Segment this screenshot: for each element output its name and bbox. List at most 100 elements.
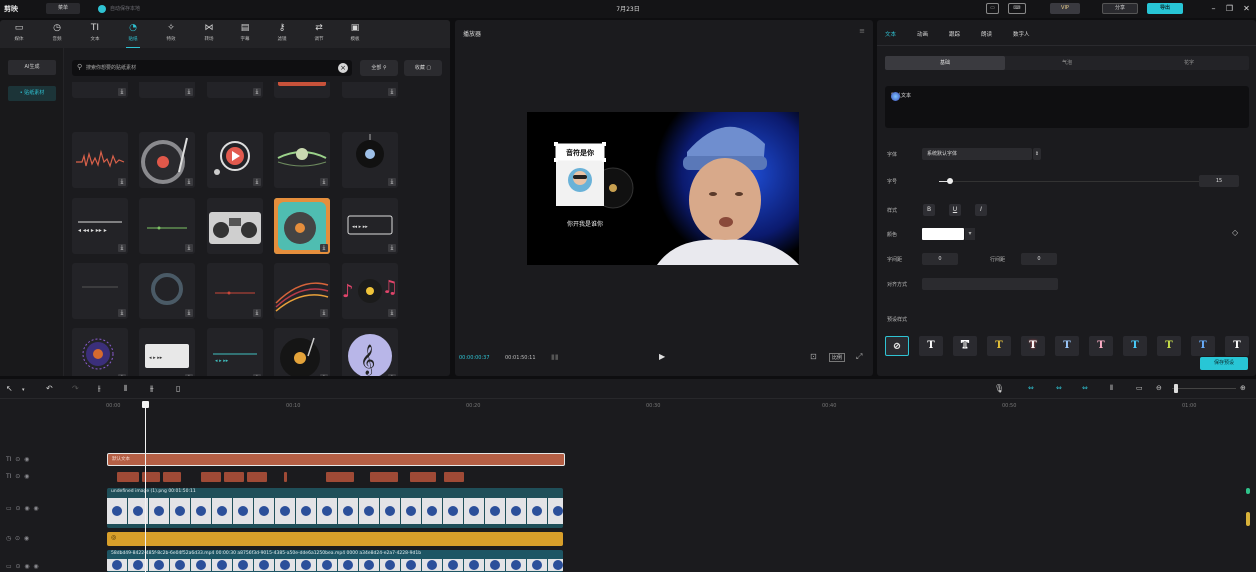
segment-bubble[interactable]: 气泡 xyxy=(1007,56,1127,70)
preset-white[interactable]: T xyxy=(919,336,943,356)
download-icon[interactable]: ⤓ xyxy=(388,374,396,376)
delete-icon[interactable]: ▯ xyxy=(176,384,180,393)
split-right-icon[interactable]: ⫵ xyxy=(150,384,154,394)
ratio-button[interactable]: 比例 xyxy=(829,353,846,362)
layout-icon[interactable]: ▭ xyxy=(986,3,999,14)
font-select[interactable]: 系统默认字体 xyxy=(922,148,1032,160)
sticker-tile[interactable]: ⤓ xyxy=(72,132,128,188)
zoom-slider[interactable] xyxy=(1172,388,1236,389)
sticker-tile[interactable]: ⤓ xyxy=(72,82,128,98)
download-icon[interactable]: ⤓ xyxy=(185,374,193,376)
sticker-tile[interactable]: ⤓ xyxy=(274,132,330,188)
sticker-tile[interactable]: ⤓ xyxy=(274,263,330,319)
auto-snap-icon[interactable]: ⇔ xyxy=(1056,384,1062,392)
char-spacing-input[interactable]: 0 xyxy=(922,253,958,265)
sticker-tile[interactable]: 𝄞 ⤓ xyxy=(342,328,398,376)
sticker-tile[interactable]: ⤓ xyxy=(207,132,263,188)
sticker-tile[interactable]: ⤓ xyxy=(207,263,263,319)
download-icon[interactable]: ⤓ xyxy=(320,374,328,376)
sticker-mini-clip[interactable] xyxy=(410,472,436,482)
preview-canvas[interactable]: 音符是你 你开我是谁你 xyxy=(527,112,799,265)
sticker-mini-clip[interactable] xyxy=(284,472,287,482)
chevron-down-icon[interactable]: ▾ xyxy=(965,228,975,240)
play-button[interactable]: ▶ xyxy=(659,352,665,361)
microphone-icon[interactable]: 🎙 xyxy=(994,384,1004,393)
tab-read-aloud[interactable]: 朗读 xyxy=(981,30,992,38)
segment-fancy[interactable]: 花字 xyxy=(1129,56,1249,70)
tool-template[interactable]: ▣ 模板 xyxy=(338,23,372,47)
download-icon[interactable]: ⤓ xyxy=(253,309,261,317)
sticker-tile[interactable]: ⤓ xyxy=(274,198,330,254)
caption-icon[interactable]: ▭ xyxy=(1136,384,1143,392)
sticker-tile[interactable]: ◂ ◂◂ ▸ ▸▸ ▸ ⤓ xyxy=(72,198,128,254)
italic-button[interactable]: I xyxy=(975,204,987,216)
export-button[interactable]: 导出 xyxy=(1147,3,1183,14)
sticker-mini-clip[interactable] xyxy=(117,472,139,482)
line-spacing-input[interactable]: 0 xyxy=(1021,253,1057,265)
sticker-tile[interactable]: ⤓ xyxy=(72,263,128,319)
sticker-mini-clip[interactable] xyxy=(370,472,398,482)
sticker-tile[interactable]: ⤓ xyxy=(139,263,195,319)
close-icon[interactable]: ✕ xyxy=(1241,3,1252,14)
sticker-tile[interactable]: ⤓ xyxy=(207,82,263,98)
fit-view-icon[interactable]: ⊡ xyxy=(810,352,817,361)
tab-digital-human[interactable]: 数字人 xyxy=(1013,30,1030,38)
download-icon[interactable]: ⤓ xyxy=(118,309,126,317)
preset-outline[interactable]: T xyxy=(953,336,977,356)
download-icon[interactable]: ⤓ xyxy=(118,88,126,96)
sticker-tile[interactable] xyxy=(274,82,330,98)
zoom-slider-knob[interactable] xyxy=(1174,384,1178,393)
subnav-ai-generate[interactable]: AI生成 xyxy=(8,60,56,75)
linkage-icon[interactable]: ⇔ xyxy=(1082,384,1088,392)
align-options[interactable] xyxy=(922,278,1058,290)
split-left-icon[interactable]: ⫴ xyxy=(124,384,127,394)
sticker-tile[interactable]: ♪ ♫ ⤓ xyxy=(342,263,398,319)
download-icon[interactable]: ⤓ xyxy=(118,178,126,186)
download-icon[interactable]: ⤓ xyxy=(185,88,193,96)
playhead[interactable] xyxy=(142,401,149,572)
sticker-tile[interactable]: ⤓ xyxy=(342,132,398,188)
split-icon[interactable]: ⫲ xyxy=(98,384,101,394)
tool-transition[interactable]: ⋈ 转场 xyxy=(192,23,226,47)
sticker-tile[interactable]: ⤓ xyxy=(274,328,330,376)
slider-knob[interactable] xyxy=(947,178,953,184)
sticker-tile[interactable]: ◂ ▸ ▸▸ ⤓ xyxy=(139,328,195,376)
preset-blue[interactable]: T xyxy=(1055,336,1079,356)
fullscreen-icon[interactable]: ⤢ xyxy=(856,352,862,362)
text-content-field[interactable]: 默认文本 xyxy=(885,86,1249,128)
subnav-sticker-material[interactable]: • 贴纸素材 xyxy=(8,86,56,101)
font-stepper-icon[interactable]: ⇕ xyxy=(1033,148,1041,160)
download-icon[interactable]: ⤓ xyxy=(185,309,193,317)
tool-adjust[interactable]: ⇄ 调节 xyxy=(302,23,336,47)
video-clip[interactable]: undefined image (1).png 00:01:50:11 xyxy=(107,488,563,528)
preset-plain[interactable]: T xyxy=(1225,336,1249,356)
tool-sticker[interactable]: ◔ 贴纸 xyxy=(116,23,150,48)
favorite-button[interactable]: 收藏 ▢ xyxy=(404,60,442,76)
filter-button[interactable]: 全部 ⚲ xyxy=(360,60,398,76)
tool-filter[interactable]: ⚷ 滤镜 xyxy=(265,23,299,47)
tab-text[interactable]: 文本 xyxy=(885,30,896,38)
maximize-icon[interactable]: ❐ xyxy=(1224,3,1235,14)
sticker-mini-clip[interactable] xyxy=(326,472,354,482)
tab-tracking[interactable]: 跟踪 xyxy=(949,30,960,38)
bottom-video-clip[interactable]: 58dbd49-8422-485f-8c2b-6e04f52a6d33.mp4 … xyxy=(107,550,563,572)
minimize-icon[interactable]: – xyxy=(1208,3,1219,14)
zoom-in-icon[interactable]: ⊕ xyxy=(1240,384,1246,392)
sticker-mini-clip[interactable] xyxy=(224,472,244,482)
sticker-mini-clip[interactable] xyxy=(163,472,181,482)
preset-yellow[interactable]: T xyxy=(987,336,1011,356)
bold-button[interactable]: B xyxy=(923,204,935,216)
undo-icon[interactable]: ↶ xyxy=(46,384,53,393)
search-input[interactable] xyxy=(86,62,326,74)
preset-none[interactable]: ⊘ xyxy=(885,336,909,356)
preset-pink[interactable]: T xyxy=(1089,336,1113,356)
sticker-tile[interactable]: ◂◂ ▸ ▸▸ ⤓ xyxy=(342,198,398,254)
timeline-ruler[interactable]: 00:00 00:10 00:20 00:30 00:40 00:50 01:0… xyxy=(100,399,1250,413)
sticker-tile[interactable]: ◂ ▸ ▸▸ ⤓ xyxy=(207,328,263,376)
sticker-mini-clip[interactable] xyxy=(247,472,267,482)
download-icon[interactable]: ⤓ xyxy=(320,244,328,252)
clear-search-icon[interactable]: × xyxy=(338,63,348,73)
sticker-tile[interactable]: ⤓ xyxy=(72,328,128,376)
download-icon[interactable]: ⤓ xyxy=(253,178,261,186)
tab-animation[interactable]: 动画 xyxy=(917,30,928,38)
